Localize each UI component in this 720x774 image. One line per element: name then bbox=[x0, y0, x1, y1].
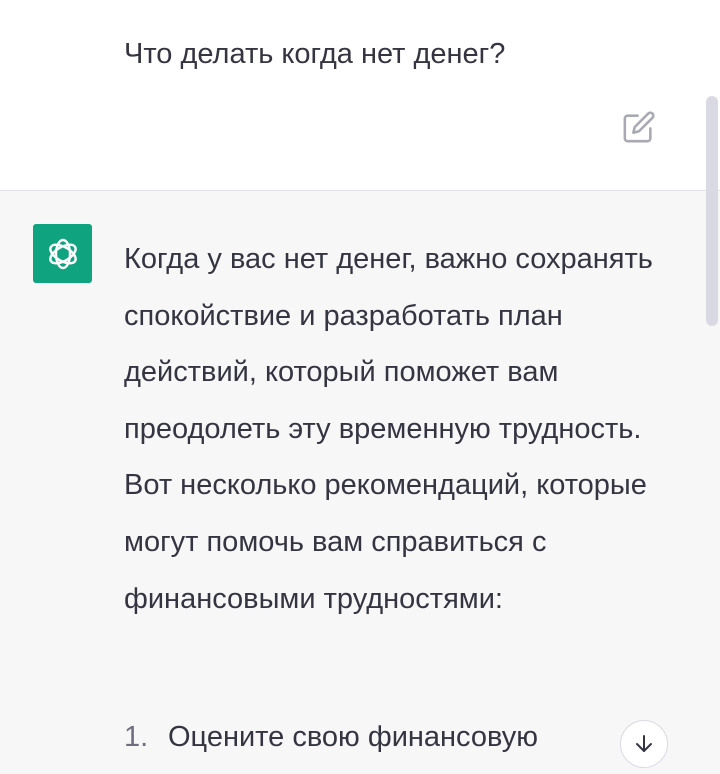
edit-message-button[interactable] bbox=[620, 108, 658, 146]
edit-icon bbox=[623, 111, 655, 143]
answer-list: 1. Оцените свою финансовую bbox=[124, 717, 594, 757]
user-message: Что делать когда нет денег? bbox=[0, 0, 720, 191]
assistant-message: Когда у вас нет денег, важно сохранять с… bbox=[0, 191, 720, 774]
user-message-text: Что делать когда нет денег? bbox=[124, 38, 506, 70]
list-item: 1. Оцените свою финансовую bbox=[124, 717, 594, 757]
list-item-text: Оцените свою финансовую bbox=[168, 721, 539, 753]
assistant-answer-text: Когда у вас нет денег, важно сохранять с… bbox=[124, 243, 653, 615]
assistant-avatar bbox=[33, 224, 92, 283]
scroll-to-bottom-button[interactable] bbox=[620, 720, 668, 768]
scrollbar-thumb[interactable] bbox=[706, 96, 718, 326]
list-item-number: 1. bbox=[124, 721, 149, 753]
chatgpt-logo-icon bbox=[48, 238, 77, 269]
arrow-down-icon bbox=[636, 735, 652, 752]
